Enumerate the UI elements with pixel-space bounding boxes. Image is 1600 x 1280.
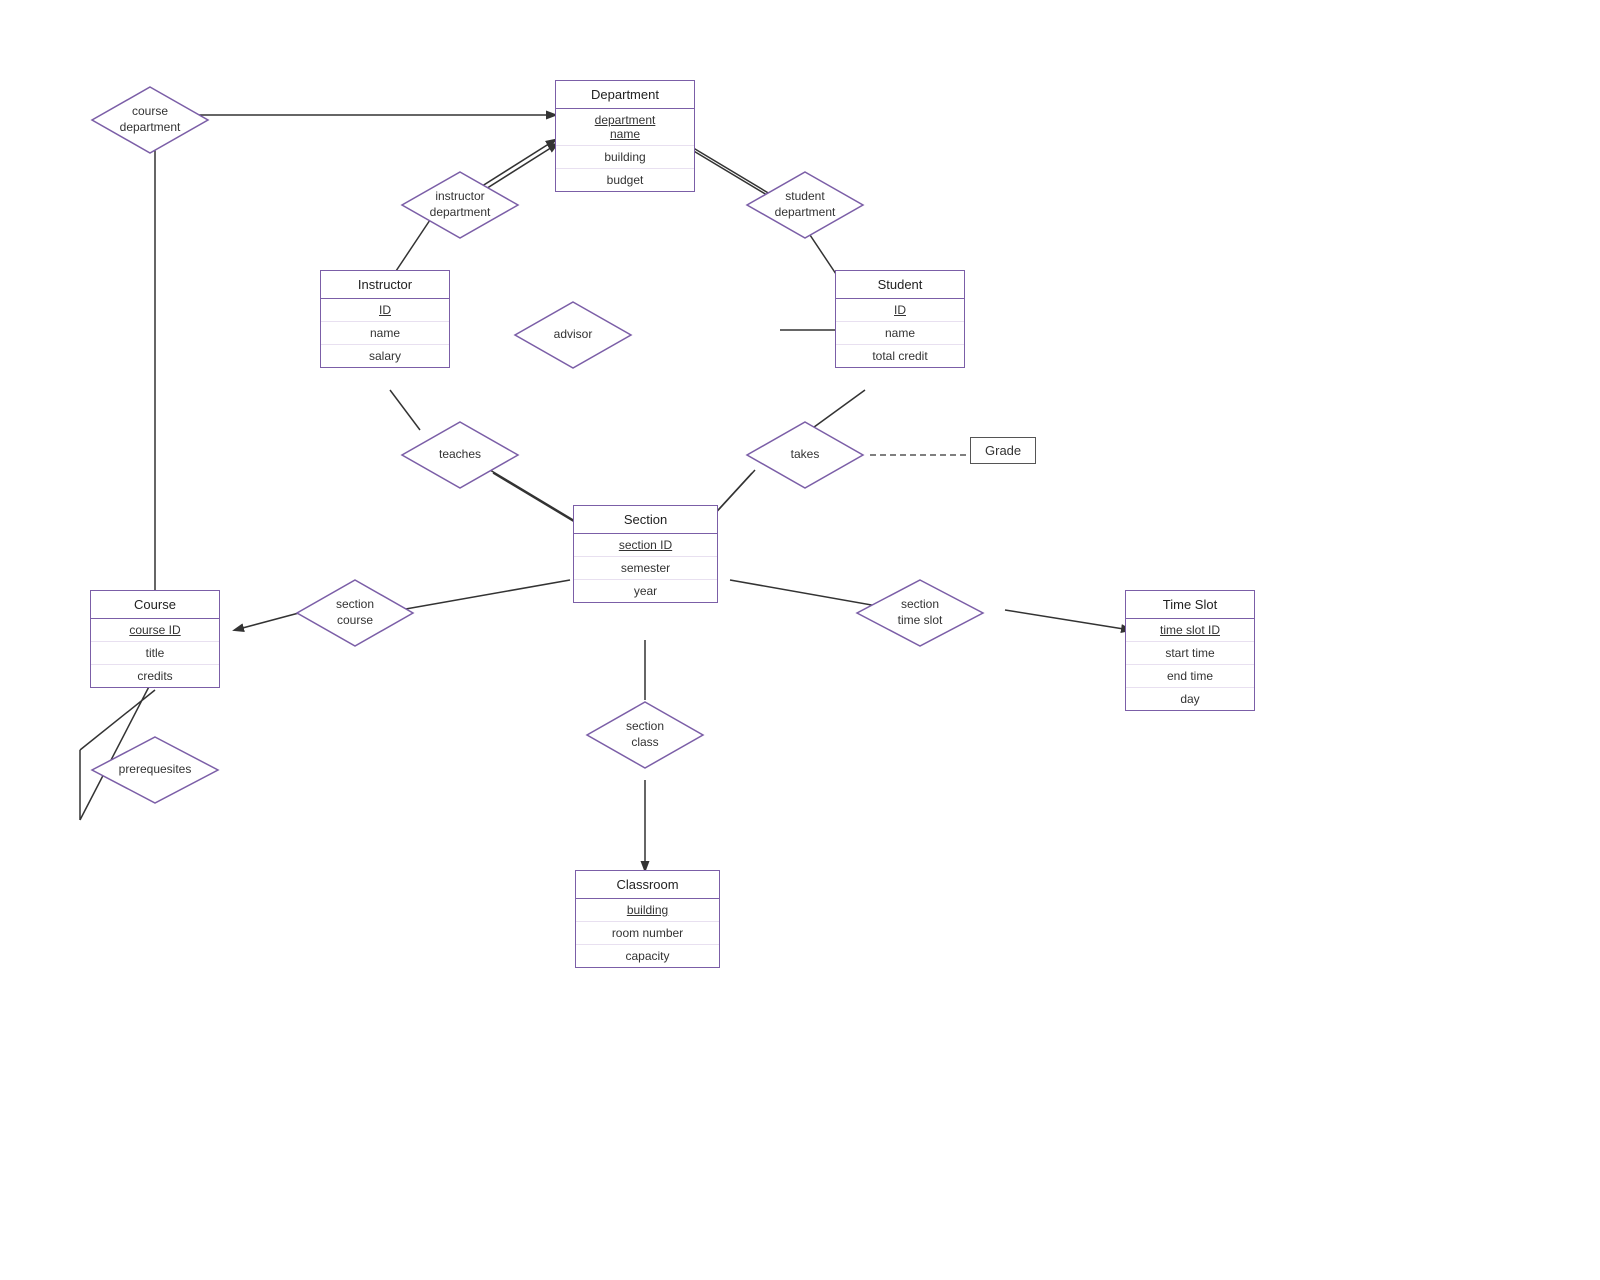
classroom-attr-building: building — [576, 899, 719, 922]
student-attr-name: name — [836, 322, 964, 345]
section-timeslot-diamond: sectiontime slot — [855, 578, 985, 648]
classroom-title: Classroom — [576, 871, 719, 899]
classroom-attr-room: room number — [576, 922, 719, 945]
student-attr-credit: total credit — [836, 345, 964, 367]
section-attr-year: year — [574, 580, 717, 602]
department-title: Department — [556, 81, 694, 109]
instructor-attr-salary: salary — [321, 345, 449, 367]
course-title: Course — [91, 591, 219, 619]
prerequisites-diamond: prerequesites — [90, 735, 220, 805]
teaches-diamond: teaches — [400, 420, 520, 490]
teaches-label: teaches — [439, 447, 481, 463]
grade-box: Grade — [970, 437, 1036, 464]
instructor-attr-id: ID — [321, 299, 449, 322]
advisor-label: advisor — [554, 327, 593, 343]
department-entity: Department departmentname building budge… — [555, 80, 695, 192]
timeslot-entity: Time Slot time slot ID start time end ti… — [1125, 590, 1255, 711]
section-course-label: sectioncourse — [336, 597, 374, 628]
course-attr-title: title — [91, 642, 219, 665]
advisor-diamond: advisor — [513, 300, 633, 370]
course-department-diamond: coursedepartment — [90, 85, 210, 155]
timeslot-attr-day: day — [1126, 688, 1254, 710]
course-attr-credits: credits — [91, 665, 219, 687]
course-attr-id: course ID — [91, 619, 219, 642]
instructor-title: Instructor — [321, 271, 449, 299]
student-title: Student — [836, 271, 964, 299]
instructor-entity: Instructor ID name salary — [320, 270, 450, 368]
department-attr-name: departmentname — [556, 109, 694, 146]
takes-diamond: takes — [745, 420, 865, 490]
section-attr-id: section ID — [574, 534, 717, 557]
department-attr-building: building — [556, 146, 694, 169]
course-department-label: coursedepartment — [120, 104, 181, 135]
timeslot-title: Time Slot — [1126, 591, 1254, 619]
instructor-department-label: instructordepartment — [430, 189, 491, 220]
section-course-diamond: sectioncourse — [295, 578, 415, 648]
student-department-label: studentdepartment — [775, 189, 836, 220]
section-attr-semester: semester — [574, 557, 717, 580]
prerequisites-label: prerequesites — [119, 762, 192, 778]
instructor-attr-name: name — [321, 322, 449, 345]
timeslot-attr-id: time slot ID — [1126, 619, 1254, 642]
department-attr-budget: budget — [556, 169, 694, 191]
section-entity: Section section ID semester year — [573, 505, 718, 603]
section-title: Section — [574, 506, 717, 534]
student-department-diamond: studentdepartment — [745, 170, 865, 240]
takes-label: takes — [791, 447, 820, 463]
student-attr-id: ID — [836, 299, 964, 322]
course-entity: Course course ID title credits — [90, 590, 220, 688]
instructor-department-diamond: instructordepartment — [400, 170, 520, 240]
section-class-label: sectionclass — [626, 719, 664, 750]
classroom-entity: Classroom building room number capacity — [575, 870, 720, 968]
classroom-attr-capacity: capacity — [576, 945, 719, 967]
section-class-diamond: sectionclass — [585, 700, 705, 770]
student-entity: Student ID name total credit — [835, 270, 965, 368]
timeslot-attr-end: end time — [1126, 665, 1254, 688]
timeslot-attr-start: start time — [1126, 642, 1254, 665]
grade-label: Grade — [985, 443, 1021, 458]
section-timeslot-label: sectiontime slot — [898, 597, 943, 628]
